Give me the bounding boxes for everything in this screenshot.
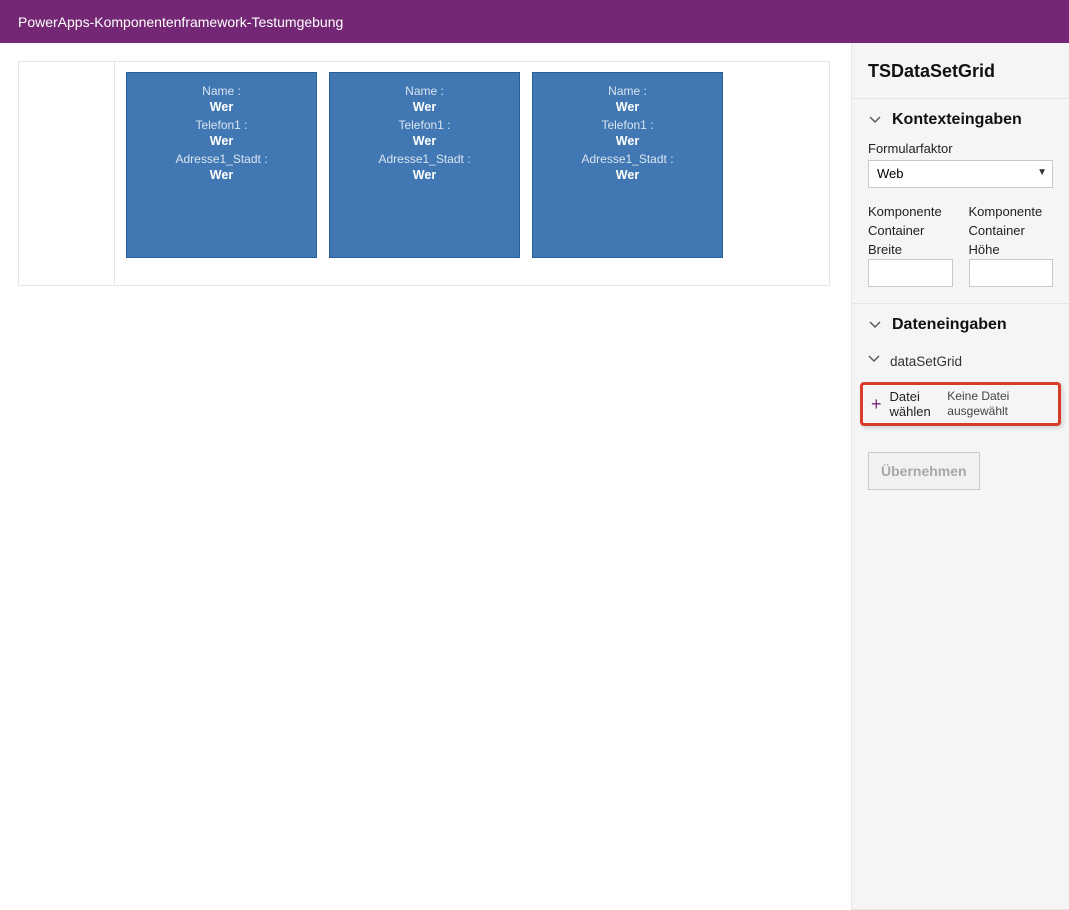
card-phone-label: Telefon1 :: [330, 117, 519, 133]
card-phone-label: Telefon1 :: [533, 117, 722, 133]
card-name-label: Name :: [127, 83, 316, 99]
main-layout: Name : Wer Telefon1 : Wer Adresse1_Stadt…: [0, 43, 1069, 910]
card-phone-value: Wer: [533, 133, 722, 150]
chevron-down-icon: [868, 352, 880, 370]
width-label: KomponenteContainerBreite: [868, 202, 953, 259]
app-title: PowerApps-Komponentenframework-Testumgeb…: [18, 14, 343, 30]
height-column: KomponenteContainerHöhe: [969, 202, 1054, 287]
data-inputs-title: Dateneingaben: [892, 316, 1007, 334]
form-factor-select-wrap: Web ▼: [868, 160, 1053, 188]
component-canvas: Name : Wer Telefon1 : Wer Adresse1_Stadt…: [18, 61, 830, 286]
card-name-value: Wer: [127, 99, 316, 116]
plus-icon: +: [871, 395, 882, 413]
card-city-label: Adresse1_Stadt :: [533, 151, 722, 167]
file-chooser-row[interactable]: + Datei wählen Keine Datei ausgewählt: [860, 382, 1061, 426]
sidebar-title: TSDataSetGrid: [852, 57, 1069, 99]
card-name-value: Wer: [330, 99, 519, 116]
card-phone-value: Wer: [127, 133, 316, 150]
card-city-value: Wer: [533, 167, 722, 184]
card-phone-value: Wer: [330, 133, 519, 150]
data-inputs-header[interactable]: Dateneingaben: [852, 304, 1069, 342]
card-city-label: Adresse1_Stadt :: [127, 151, 316, 167]
card-city-label: Adresse1_Stadt :: [330, 151, 519, 167]
context-inputs-body: Formularfaktor Web ▼ KomponenteContainer…: [852, 137, 1069, 304]
context-inputs-title: Kontexteingaben: [892, 111, 1022, 129]
data-card[interactable]: Name : Wer Telefon1 : Wer Adresse1_Stadt…: [329, 72, 520, 258]
card-city-value: Wer: [127, 167, 316, 184]
card-name-value: Wer: [533, 99, 722, 116]
card-phone-label: Telefon1 :: [127, 117, 316, 133]
dimensions-row: KomponenteContainerBreite KomponenteCont…: [868, 202, 1053, 287]
file-chooser-left: + Datei wählen: [871, 389, 947, 419]
sidebar-panel: TSDataSetGrid Kontexteingaben Formularfa…: [851, 43, 1069, 910]
canvas-area: Name : Wer Telefon1 : Wer Adresse1_Stadt…: [0, 43, 851, 910]
chevron-down-icon: [868, 318, 882, 332]
card-city-value: Wer: [330, 167, 519, 184]
card-name-label: Name :: [533, 83, 722, 99]
card-name-label: Name :: [330, 83, 519, 99]
canvas-gutter: [19, 62, 115, 285]
data-card[interactable]: Name : Wer Telefon1 : Wer Adresse1_Stadt…: [532, 72, 723, 258]
file-choose-label: Datei wählen: [890, 389, 948, 419]
chevron-down-icon: [868, 113, 882, 127]
app-header: PowerApps-Komponentenframework-Testumgeb…: [0, 0, 1069, 43]
cards-container: Name : Wer Telefon1 : Wer Adresse1_Stadt…: [115, 62, 829, 285]
dataset-label: dataSetGrid: [890, 354, 962, 369]
dataset-header[interactable]: dataSetGrid: [852, 342, 1069, 376]
height-label: KomponenteContainerHöhe: [969, 202, 1054, 259]
height-input[interactable]: [969, 259, 1054, 287]
context-inputs-header[interactable]: Kontexteingaben: [852, 99, 1069, 137]
form-factor-select[interactable]: Web: [868, 160, 1053, 188]
form-factor-label: Formularfaktor: [868, 141, 1053, 156]
data-card[interactable]: Name : Wer Telefon1 : Wer Adresse1_Stadt…: [126, 72, 317, 258]
width-input[interactable]: [868, 259, 953, 287]
apply-button[interactable]: Übernehmen: [868, 452, 980, 490]
width-column: KomponenteContainerBreite: [868, 202, 953, 287]
file-status-text: Keine Datei ausgewählt: [947, 389, 1050, 419]
